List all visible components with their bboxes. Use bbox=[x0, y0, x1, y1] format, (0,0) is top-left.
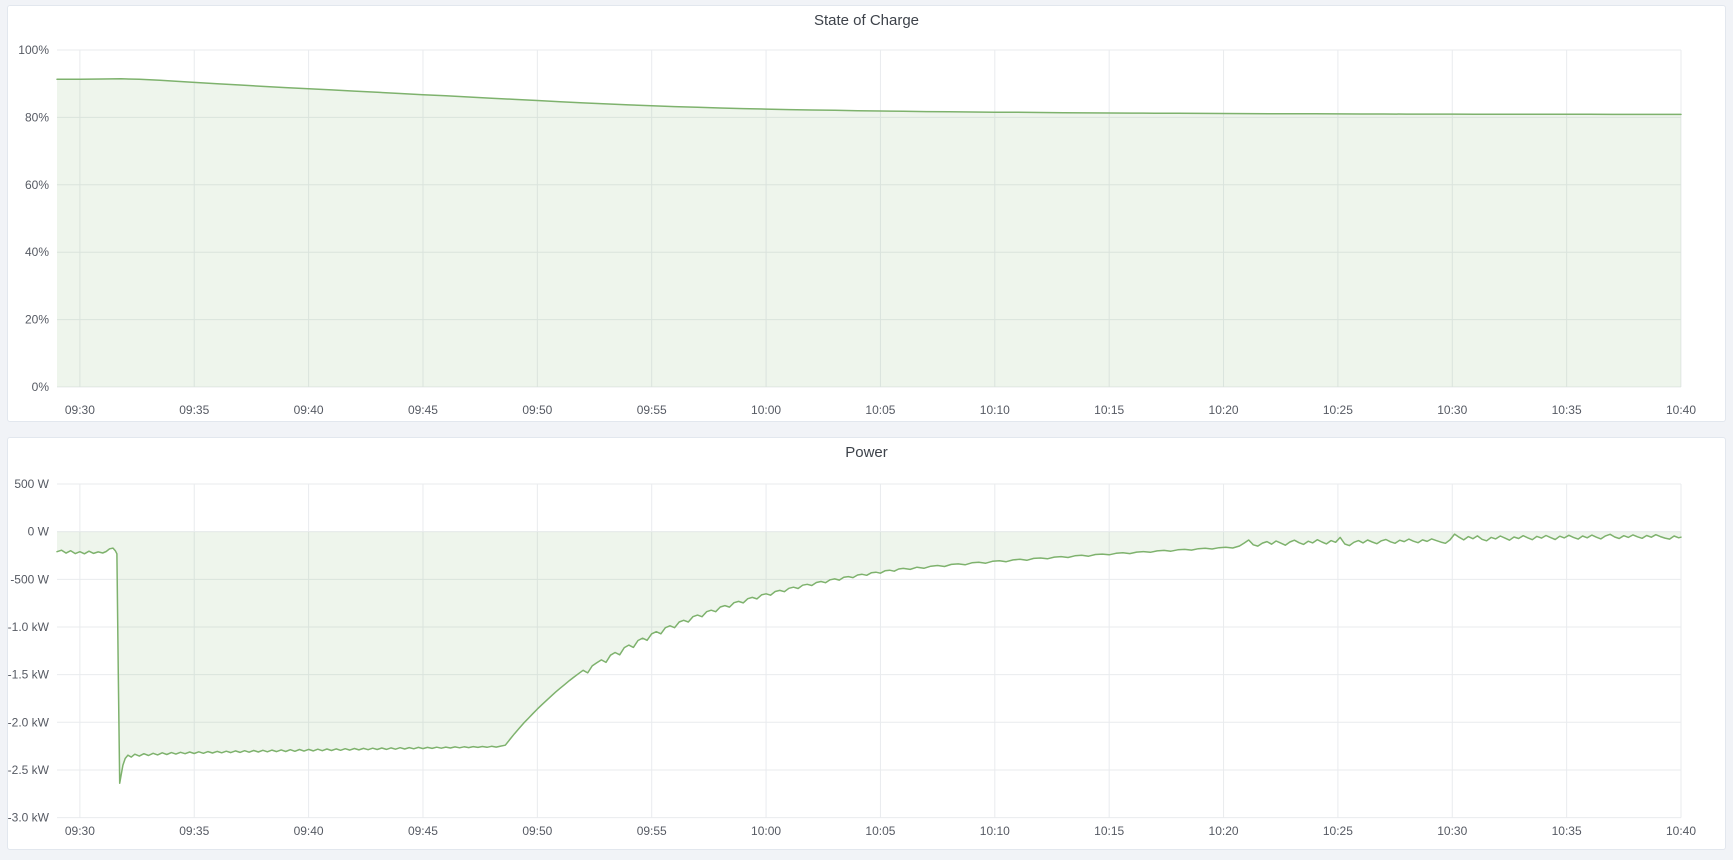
x-tick-label: 10:00 bbox=[751, 824, 781, 838]
x-tick-label: 09:45 bbox=[408, 824, 438, 838]
power-chart-canvas[interactable]: 500 W 0 W -500 W -1.0 kW -1.5 kW -2.0 kW -2.5 … bbox=[8, 468, 1725, 851]
series-state-of-charge bbox=[57, 79, 1681, 387]
state-of-charge-chart-canvas[interactable]: 100%80%60%40%20%0%09:3009:3509:4009:4509… bbox=[8, 36, 1725, 423]
y-tick-label: 60% bbox=[25, 178, 49, 192]
y-tick-label: 40% bbox=[25, 245, 49, 259]
x-tick-label: 10:05 bbox=[865, 403, 895, 417]
x-tick-label: 09:35 bbox=[179, 403, 209, 417]
y-tick-label: 20% bbox=[25, 313, 49, 327]
x-tick-label: 10:15 bbox=[1094, 403, 1124, 417]
x-tick-label: 10:40 bbox=[1666, 403, 1696, 417]
x-tick-label: 10:00 bbox=[751, 403, 781, 417]
x-tick-label: 10:40 bbox=[1666, 824, 1696, 838]
y-tick-label: -3.0 kW bbox=[8, 811, 50, 825]
x-tick-label: 09:35 bbox=[179, 824, 209, 838]
y-tick-label: -1.5 kW bbox=[8, 668, 50, 682]
y-tick-label: -1.0 kW bbox=[8, 620, 50, 634]
x-axis-labels: 09:30 09:35 09:40 09:45 09:50 09:55 10:00 10:05… bbox=[65, 403, 1696, 417]
x-tick-label: 09:30 bbox=[65, 824, 95, 838]
panel-title-state-of-charge[interactable]: State of Charge bbox=[8, 6, 1725, 36]
y-axis-labels: 500 W 0 W -500 W -1.0 kW -1.5 kW -2.0 kW -2.5 … bbox=[8, 477, 50, 825]
x-tick-label: 09:30 bbox=[65, 403, 95, 417]
x-tick-label: 10:35 bbox=[1552, 824, 1582, 838]
y-tick-label: -2.0 kW bbox=[8, 715, 50, 729]
x-tick-label: 09:40 bbox=[294, 403, 324, 417]
x-tick-label: 10:10 bbox=[980, 403, 1010, 417]
x-tick-label: 09:55 bbox=[637, 403, 667, 417]
x-axis-labels: 09:30 09:35 09:40 09:45 09:50 09:55 10:00 10:05… bbox=[65, 824, 1696, 838]
y-tick-label: 0% bbox=[32, 380, 50, 394]
series-area-fill bbox=[57, 532, 1681, 784]
y-tick-label: 80% bbox=[25, 110, 49, 124]
x-tick-label: 10:35 bbox=[1552, 403, 1582, 417]
x-tick-label: 09:55 bbox=[637, 824, 667, 838]
x-tick-label: 09:40 bbox=[294, 824, 324, 838]
y-tick-label: 0 W bbox=[28, 525, 50, 539]
y-axis-labels: 100% 80% 60% 40% 20% 0% bbox=[18, 43, 49, 394]
panel-title-power[interactable]: Power bbox=[8, 438, 1725, 468]
y-tick-label: 100% bbox=[18, 43, 49, 57]
x-tick-label: 10:30 bbox=[1437, 403, 1467, 417]
x-tick-label: 10:25 bbox=[1323, 403, 1353, 417]
x-tick-label: 10:25 bbox=[1323, 824, 1353, 838]
x-tick-label: 10:10 bbox=[980, 824, 1010, 838]
x-tick-label: 10:20 bbox=[1209, 824, 1239, 838]
panel-state-of-charge: State of Charge 100%80%60%40%20%0%09:300… bbox=[7, 5, 1726, 422]
panel-power: Power 500 W 0 W -500 W -1.0 kW -1.5 kW -2.0 k… bbox=[7, 437, 1726, 850]
x-tick-label: 09:45 bbox=[408, 403, 438, 417]
x-tick-label: 09:50 bbox=[522, 824, 552, 838]
x-tick-label: 10:30 bbox=[1437, 824, 1467, 838]
y-tick-label: -2.5 kW bbox=[8, 763, 50, 777]
y-tick-label: -500 W bbox=[10, 572, 49, 586]
x-tick-label: 10:05 bbox=[865, 824, 895, 838]
series-power bbox=[57, 532, 1681, 784]
x-tick-label: 09:50 bbox=[522, 403, 552, 417]
x-tick-label: 10:15 bbox=[1094, 824, 1124, 838]
dashboard: State of Charge 100%80%60%40%20%0%09:300… bbox=[0, 0, 1733, 860]
x-tick-label: 10:20 bbox=[1209, 403, 1239, 417]
y-tick-label: 500 W bbox=[14, 477, 49, 491]
series-area-fill bbox=[57, 79, 1681, 387]
